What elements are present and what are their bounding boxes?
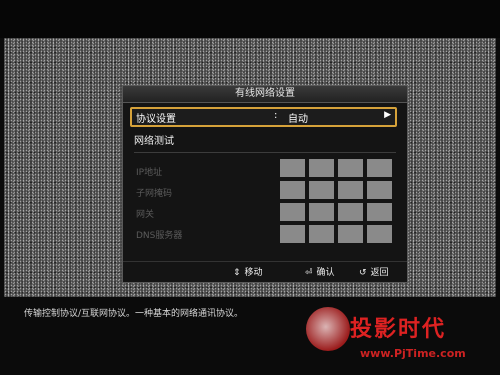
protocol-setting-colon: : — [274, 110, 278, 121]
divider — [134, 152, 396, 153]
pjtime-logo-icon — [306, 307, 350, 351]
back-label: 返回 — [370, 268, 389, 278]
ip-octet-4 — [367, 159, 392, 177]
gateway-octet-1 — [280, 203, 305, 221]
dns-octet-3 — [338, 225, 363, 243]
subnet-octet-2 — [309, 181, 334, 199]
gateway-octet-2 — [309, 203, 334, 221]
protocol-setting-label: 协议设置 — [136, 114, 176, 125]
confirm-hint[interactable]: ⏎ 确认 — [305, 265, 335, 278]
subnet-mask-label: 子网掩码 — [136, 189, 173, 199]
ip-octet-2 — [309, 159, 334, 177]
gateway-octet-3 — [338, 203, 363, 221]
watermark-url: www.PjTime.com — [360, 347, 466, 360]
gateway-octet-4 — [367, 203, 392, 221]
dialog-footer: ⇕ 移动 ⏎ 确认 ↺ 返回 — [123, 261, 407, 282]
dns-octet-2 — [309, 225, 334, 243]
ip-octet-1 — [280, 159, 305, 177]
wired-network-settings-dialog: 有线网络设置 协议设置 : 自动 ▶ 网络测试 IP地址 子网掩码 网关 DNS… — [122, 85, 408, 283]
enter-icon: ⏎ — [305, 268, 313, 278]
dns-octet-1 — [280, 225, 305, 243]
subnet-octet-4 — [367, 181, 392, 199]
right-arrow-icon: ▶ — [384, 110, 391, 120]
network-test-item[interactable]: 网络测试 — [134, 132, 174, 147]
dialog-title: 有线网络设置 — [123, 86, 407, 103]
watermark: 投影时代 www.PjTime.com — [300, 305, 496, 371]
dns-octet-4 — [367, 225, 392, 243]
move-hint[interactable]: ⇕ 移动 — [233, 265, 263, 278]
confirm-label: 确认 — [316, 268, 335, 278]
protocol-setting-value: 自动 — [288, 114, 308, 125]
move-label: 移动 — [244, 268, 263, 278]
back-hint[interactable]: ↺ 返回 — [359, 265, 389, 278]
dns-server-label: DNS服务器 — [136, 231, 183, 241]
move-arrows-icon: ⇕ — [233, 268, 241, 278]
ip-address-label: IP地址 — [136, 168, 163, 178]
protocol-setting-row[interactable]: 协议设置 : 自动 ▶ — [130, 107, 397, 127]
return-icon: ↺ — [359, 268, 367, 278]
subnet-octet-1 — [280, 181, 305, 199]
help-description: 传输控制协议/互联网协议。一种基本的网络通讯协议。 — [24, 309, 244, 319]
tv-bezel-top — [0, 0, 500, 38]
gateway-label: 网关 — [136, 210, 155, 220]
ip-octet-3 — [338, 159, 363, 177]
address-field-grid — [280, 159, 394, 243]
subnet-octet-3 — [338, 181, 363, 199]
watermark-title: 投影时代 — [350, 317, 447, 342]
